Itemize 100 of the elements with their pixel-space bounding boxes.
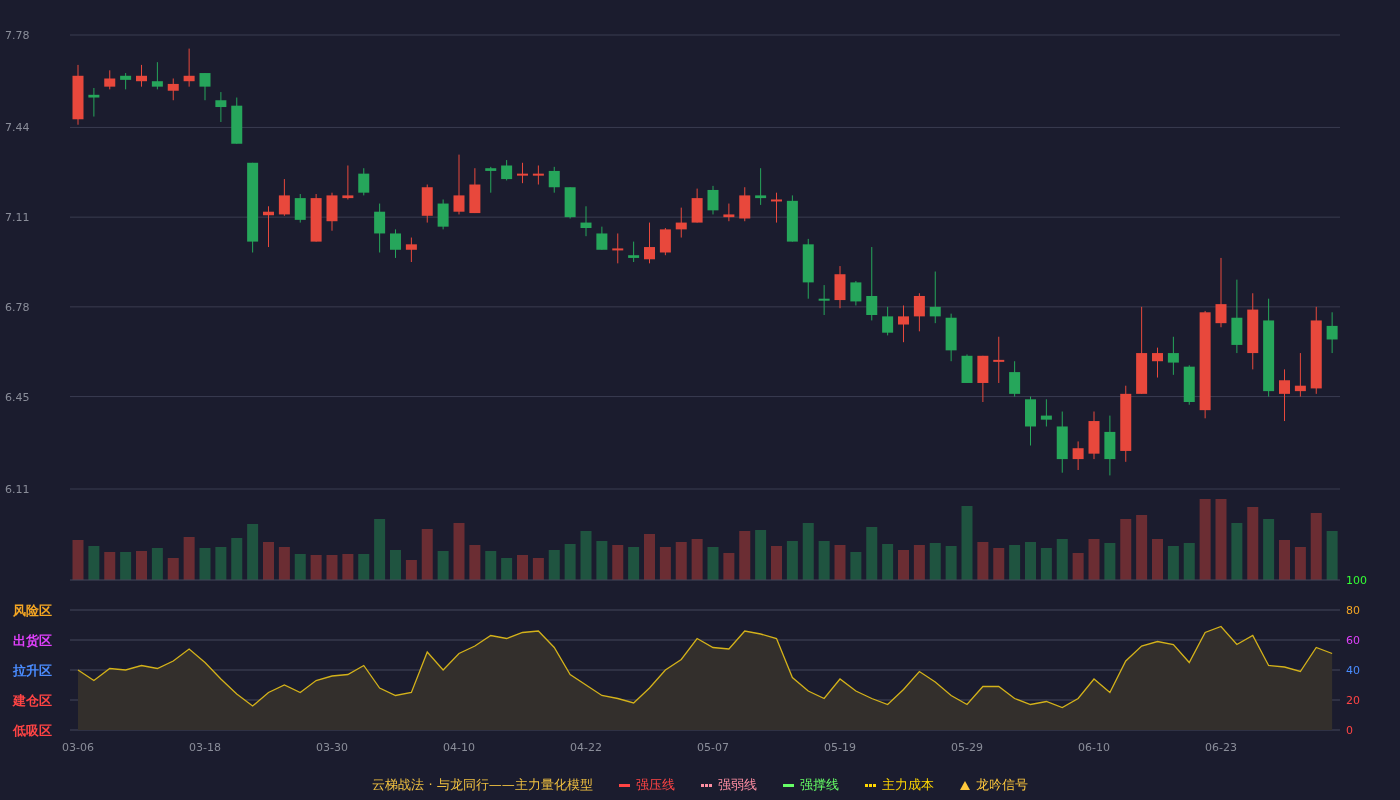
volume-bar (898, 550, 909, 580)
candlestick (1326, 311, 1338, 354)
volume-bar (374, 519, 386, 580)
volume-bar (675, 542, 687, 580)
volume-bar (564, 544, 576, 580)
volume-bar (786, 541, 798, 580)
volume-bar (310, 555, 322, 580)
volume-bar (691, 539, 703, 580)
candlestick (707, 185, 719, 215)
volume-bar (358, 554, 370, 580)
legend-title: 云梯战法 · 与龙同行——主力量化模型 (372, 776, 593, 794)
candlestick (199, 72, 211, 101)
candlestick (929, 271, 941, 324)
volume-bar (72, 540, 84, 580)
candlestick (548, 166, 560, 194)
candlestick (961, 353, 973, 384)
candlestick (104, 69, 116, 90)
candlestick (691, 188, 703, 224)
zone-label: 风险区 (13, 603, 52, 618)
axis-label: 05-07 (697, 741, 729, 754)
candlestick (326, 192, 338, 232)
volume-bar (850, 552, 862, 580)
axis-label: 40 (1346, 664, 1360, 677)
volume-bar (1120, 519, 1132, 580)
candlestick (644, 222, 655, 264)
candlestick (1104, 415, 1116, 476)
volume-bar (866, 527, 878, 580)
volume-bar (278, 547, 290, 580)
candlestick (120, 72, 132, 90)
candlestick (564, 186, 576, 219)
volume-bar (469, 545, 481, 580)
axis-label: 7.78 (5, 29, 30, 42)
candlestick (580, 205, 592, 237)
volume-bar (294, 554, 306, 580)
axis-label: 80 (1346, 604, 1360, 617)
volume-bar (1231, 523, 1243, 580)
volume-bar (707, 547, 719, 580)
volume-bar (151, 548, 163, 580)
volume-bar (596, 541, 608, 580)
legend-label: 强弱线 (717, 776, 757, 794)
volume-bar (485, 551, 497, 580)
zone-label: 拉升区 (13, 663, 52, 678)
axis-label: 05-19 (824, 741, 856, 754)
volume-bar (1056, 539, 1068, 580)
candlestick (405, 237, 417, 263)
candlestick (786, 194, 798, 243)
axis-label: 7.44 (5, 121, 30, 135)
zone-label: 出货区 (13, 633, 52, 648)
candlestick (802, 238, 814, 300)
zone-label: 低吸区 (13, 723, 52, 738)
candlestick (358, 167, 370, 196)
volume-bar (405, 560, 417, 580)
candlestick (723, 203, 735, 222)
candlestick (1040, 398, 1052, 427)
candlestick (421, 184, 433, 224)
candlestick (485, 166, 497, 194)
candlestick (532, 165, 544, 185)
candlestick (882, 306, 894, 336)
axis-label: 6.78 (5, 300, 30, 314)
candlestick (453, 154, 465, 215)
volume-bar (532, 558, 544, 580)
legend-label: 强撑线 (799, 776, 839, 794)
candlestick (1056, 411, 1068, 474)
candlestick (913, 292, 925, 332)
volume-bar (263, 542, 274, 580)
volume-bar (517, 555, 528, 580)
axis-label: 6.45 (5, 390, 30, 404)
volume-bar (501, 558, 513, 580)
candlestick (850, 280, 862, 306)
axis-label: 06-10 (1078, 741, 1110, 754)
candlestick (818, 284, 830, 316)
volume-bar (977, 542, 989, 580)
volume-bar (929, 543, 941, 580)
volume-bar (342, 554, 354, 580)
candlestick (390, 228, 401, 259)
candlestick (183, 48, 195, 88)
candlestick (469, 167, 481, 214)
volume-bar (136, 551, 147, 580)
candlestick (755, 167, 767, 206)
volume-bar (1025, 542, 1036, 580)
volume-bar (834, 545, 846, 580)
volume-bar (1310, 513, 1322, 580)
volume-bar (215, 547, 227, 580)
volume-bar (993, 548, 1005, 580)
legend-label: 龙吟信号 (975, 776, 1028, 794)
axis-label: 06-23 (1205, 741, 1237, 754)
volume-bar (1152, 539, 1163, 580)
candlestick (517, 162, 528, 184)
candlestick (1183, 364, 1195, 406)
axis-label: 7.11 (5, 211, 30, 225)
volume-bar (120, 552, 132, 580)
axis-label: 0 (1346, 724, 1353, 737)
candlestick (1025, 396, 1036, 446)
volume-bar (167, 558, 179, 580)
volume-bar (771, 546, 782, 580)
candlestick (501, 159, 513, 181)
axis-label: 03-06 (62, 741, 94, 754)
volume-bar (723, 553, 735, 580)
axis-label: 04-22 (570, 741, 602, 754)
volume-bar (1104, 543, 1116, 580)
